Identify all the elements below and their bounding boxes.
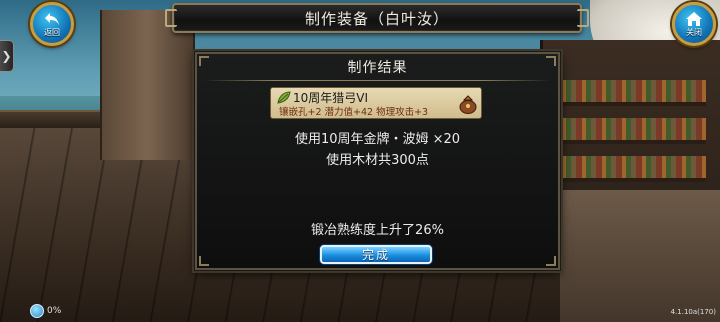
- back-arrow-icon: [45, 13, 59, 25]
- wood-used-text: 使用木材共300点: [326, 153, 429, 168]
- item-stats: 镶嵌孔+2 潜力值+42 物理攻击+3: [279, 107, 429, 118]
- lower-deck: [560, 190, 720, 322]
- frame-ornament: [199, 256, 209, 266]
- leaf-icon: [277, 91, 291, 104]
- close-button[interactable]: 关闭: [672, 2, 716, 46]
- title-ornament: [577, 9, 589, 27]
- close-label: 关闭: [686, 28, 702, 37]
- home-icon: [686, 12, 702, 26]
- page-title: 制作装备（白叶汝）: [304, 9, 449, 28]
- back-button[interactable]: 返回: [30, 2, 74, 46]
- status-percent: 0%: [47, 306, 62, 316]
- side-panel-tab[interactable]: ❯: [0, 40, 14, 72]
- title-ornament: [165, 9, 177, 27]
- bag-icon: [459, 95, 477, 114]
- divider: [203, 80, 552, 81]
- chevron-right-icon: ❯: [1, 49, 12, 63]
- dialog-header: 制作结果: [199, 56, 556, 78]
- crafted-item-card[interactable]: 10周年猎弓VI 镶嵌孔+2 潜力值+42 物理攻击+3: [270, 87, 482, 119]
- bookshelf: [556, 156, 706, 182]
- bookshelf: [556, 80, 706, 106]
- title-bar: 制作装备（白叶汝）: [165, 3, 589, 33]
- confirm-button[interactable]: 完成: [320, 245, 432, 264]
- frame-ornament: [546, 256, 556, 266]
- back-label: 返回: [44, 28, 60, 37]
- material-used-text: 使用10周年金牌・波姆 ×20: [294, 132, 461, 147]
- version-label: 4.1.10a(170): [670, 308, 716, 316]
- craft-result-dialog: 制作结果 10周年猎弓VI 镶嵌孔+2 潜力值+42 物理攻击+3 使用10周年…: [195, 52, 560, 270]
- proficiency-text: 锻冶熟练度上升了26%: [311, 223, 444, 238]
- bookshelf: [556, 118, 706, 144]
- dialog-title: 制作结果: [347, 60, 408, 76]
- network-status-icon: [30, 304, 44, 318]
